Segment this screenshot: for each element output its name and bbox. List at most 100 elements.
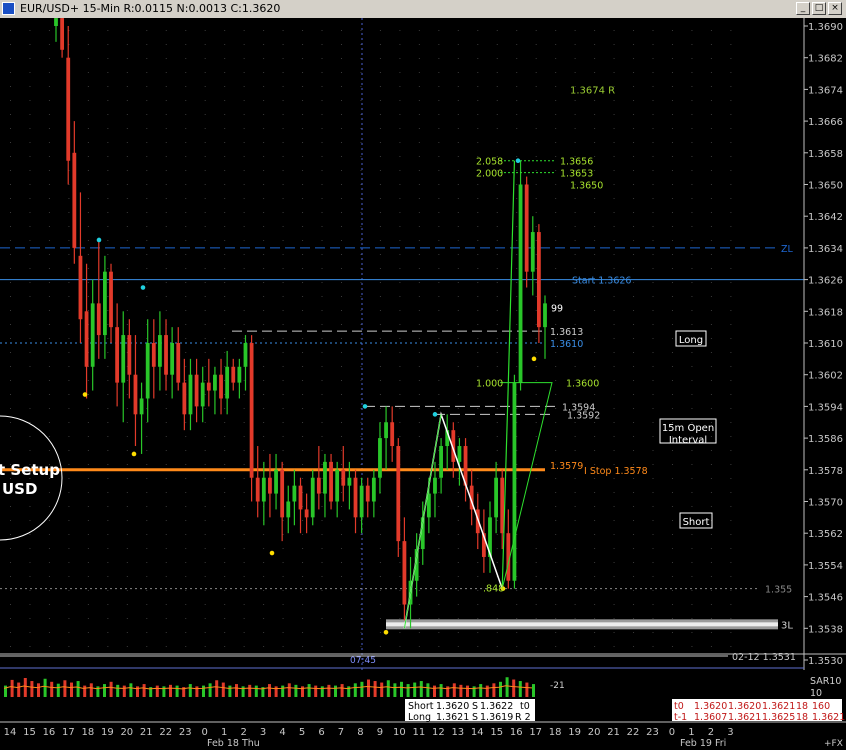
grid-dot: [146, 156, 148, 157]
grid-dot: [516, 156, 518, 157]
grid-dot: [574, 548, 576, 549]
grid-dot: [457, 226, 459, 227]
grid-dot: [340, 618, 342, 619]
grid-dot: [613, 352, 615, 353]
grid-dot: [282, 170, 284, 171]
grid-dot: [574, 422, 576, 423]
grid-dot: [691, 184, 693, 185]
grid-dot: [516, 72, 518, 73]
grid-dot: [691, 562, 693, 563]
grid-dot: [321, 352, 323, 353]
grid-dot: [535, 366, 537, 367]
grid-dot: [204, 30, 206, 31]
grid-dot: [243, 324, 245, 325]
grid-dot: [282, 338, 284, 339]
volume-bar: [505, 677, 509, 697]
grid-dot: [594, 352, 596, 353]
grid-dot: [574, 604, 576, 605]
x-tick-label: 22: [627, 727, 640, 738]
grid-dot: [48, 58, 50, 59]
grid-dot: [594, 44, 596, 45]
grid-dot: [730, 604, 732, 605]
fx-label: +FX: [824, 739, 843, 749]
grid-dot: [477, 198, 479, 199]
grid-dot: [302, 450, 304, 451]
grid-dot: [710, 86, 712, 87]
grid-dot: [535, 184, 537, 185]
grid-dot: [68, 408, 70, 409]
grid-dot: [282, 562, 284, 563]
swing-point: [362, 404, 368, 409]
grid-dot: [457, 366, 459, 367]
candle-body: [274, 469, 278, 494]
grid-dot: [302, 254, 304, 255]
grid-dot: [438, 590, 440, 591]
info-long-p1: 1.3621: [436, 712, 469, 723]
grid-dot: [68, 310, 70, 311]
grid-dot: [243, 198, 245, 199]
grid-dot: [204, 394, 206, 395]
maximize-button[interactable]: □: [812, 2, 826, 15]
grid-dot: [321, 100, 323, 101]
grid-dot: [399, 562, 401, 563]
grid-dot: [399, 128, 401, 129]
grid-dot: [710, 338, 712, 339]
grid-dot: [48, 324, 50, 325]
grid-dot: [671, 338, 673, 339]
grid-dot: [633, 44, 635, 45]
grid-dot: [68, 492, 70, 493]
grid-dot: [107, 576, 109, 577]
grid-dot: [633, 142, 635, 143]
grid-dot: [87, 156, 89, 157]
grid-dot: [652, 170, 654, 171]
grid-dot: [594, 478, 596, 479]
grid-dot: [29, 58, 31, 59]
grid-dot: [652, 590, 654, 591]
grid-dot: [68, 632, 70, 633]
grid-dot: [107, 464, 109, 465]
minimize-button[interactable]: _: [796, 2, 810, 15]
grid-dot: [340, 576, 342, 577]
info-row2-cell: 1.3621: [812, 712, 845, 723]
grid-dot: [263, 436, 265, 437]
grid-dot: [185, 128, 187, 129]
grid-dot: [243, 254, 245, 255]
grid-dot: [710, 436, 712, 437]
grid-dot: [438, 184, 440, 185]
grid-dot: [29, 436, 31, 437]
grid-dot: [224, 184, 226, 185]
grid-dot: [613, 30, 615, 31]
grid-dot: [48, 604, 50, 605]
grid-dot: [730, 296, 732, 297]
grid-dot: [438, 268, 440, 269]
grid-dot: [399, 632, 401, 633]
grid-dot: [360, 100, 362, 101]
grid-dot: [730, 618, 732, 619]
grid-dot: [146, 282, 148, 283]
grid-dot: [29, 170, 31, 171]
grid-dot: [107, 562, 109, 563]
grid-dot: [107, 380, 109, 381]
volume-bar: [254, 685, 258, 697]
grid-dot: [418, 604, 420, 605]
grid-dot: [107, 86, 109, 87]
grid-dot: [107, 352, 109, 353]
grid-dot: [185, 268, 187, 269]
grid-dot: [263, 282, 265, 283]
volume-bar: [89, 683, 93, 697]
grid-dot: [29, 212, 31, 213]
grid-dot: [516, 590, 518, 591]
grid-dot: [302, 576, 304, 577]
grid-dot: [185, 296, 187, 297]
close-button[interactable]: ×: [828, 2, 842, 15]
volume-bar: [452, 683, 456, 697]
grid-dot: [204, 576, 206, 577]
grid-dot: [87, 450, 89, 451]
grid-dot: [360, 576, 362, 577]
grid-dot: [165, 226, 167, 227]
y-tick-label: 1.3530: [808, 656, 843, 667]
grid-dot: [224, 44, 226, 45]
price-chart[interactable]: ZLStart 1.36261.36131.36101.35941.3592I …: [0, 18, 846, 750]
grid-dot: [730, 100, 732, 101]
grid-dot: [710, 30, 712, 31]
